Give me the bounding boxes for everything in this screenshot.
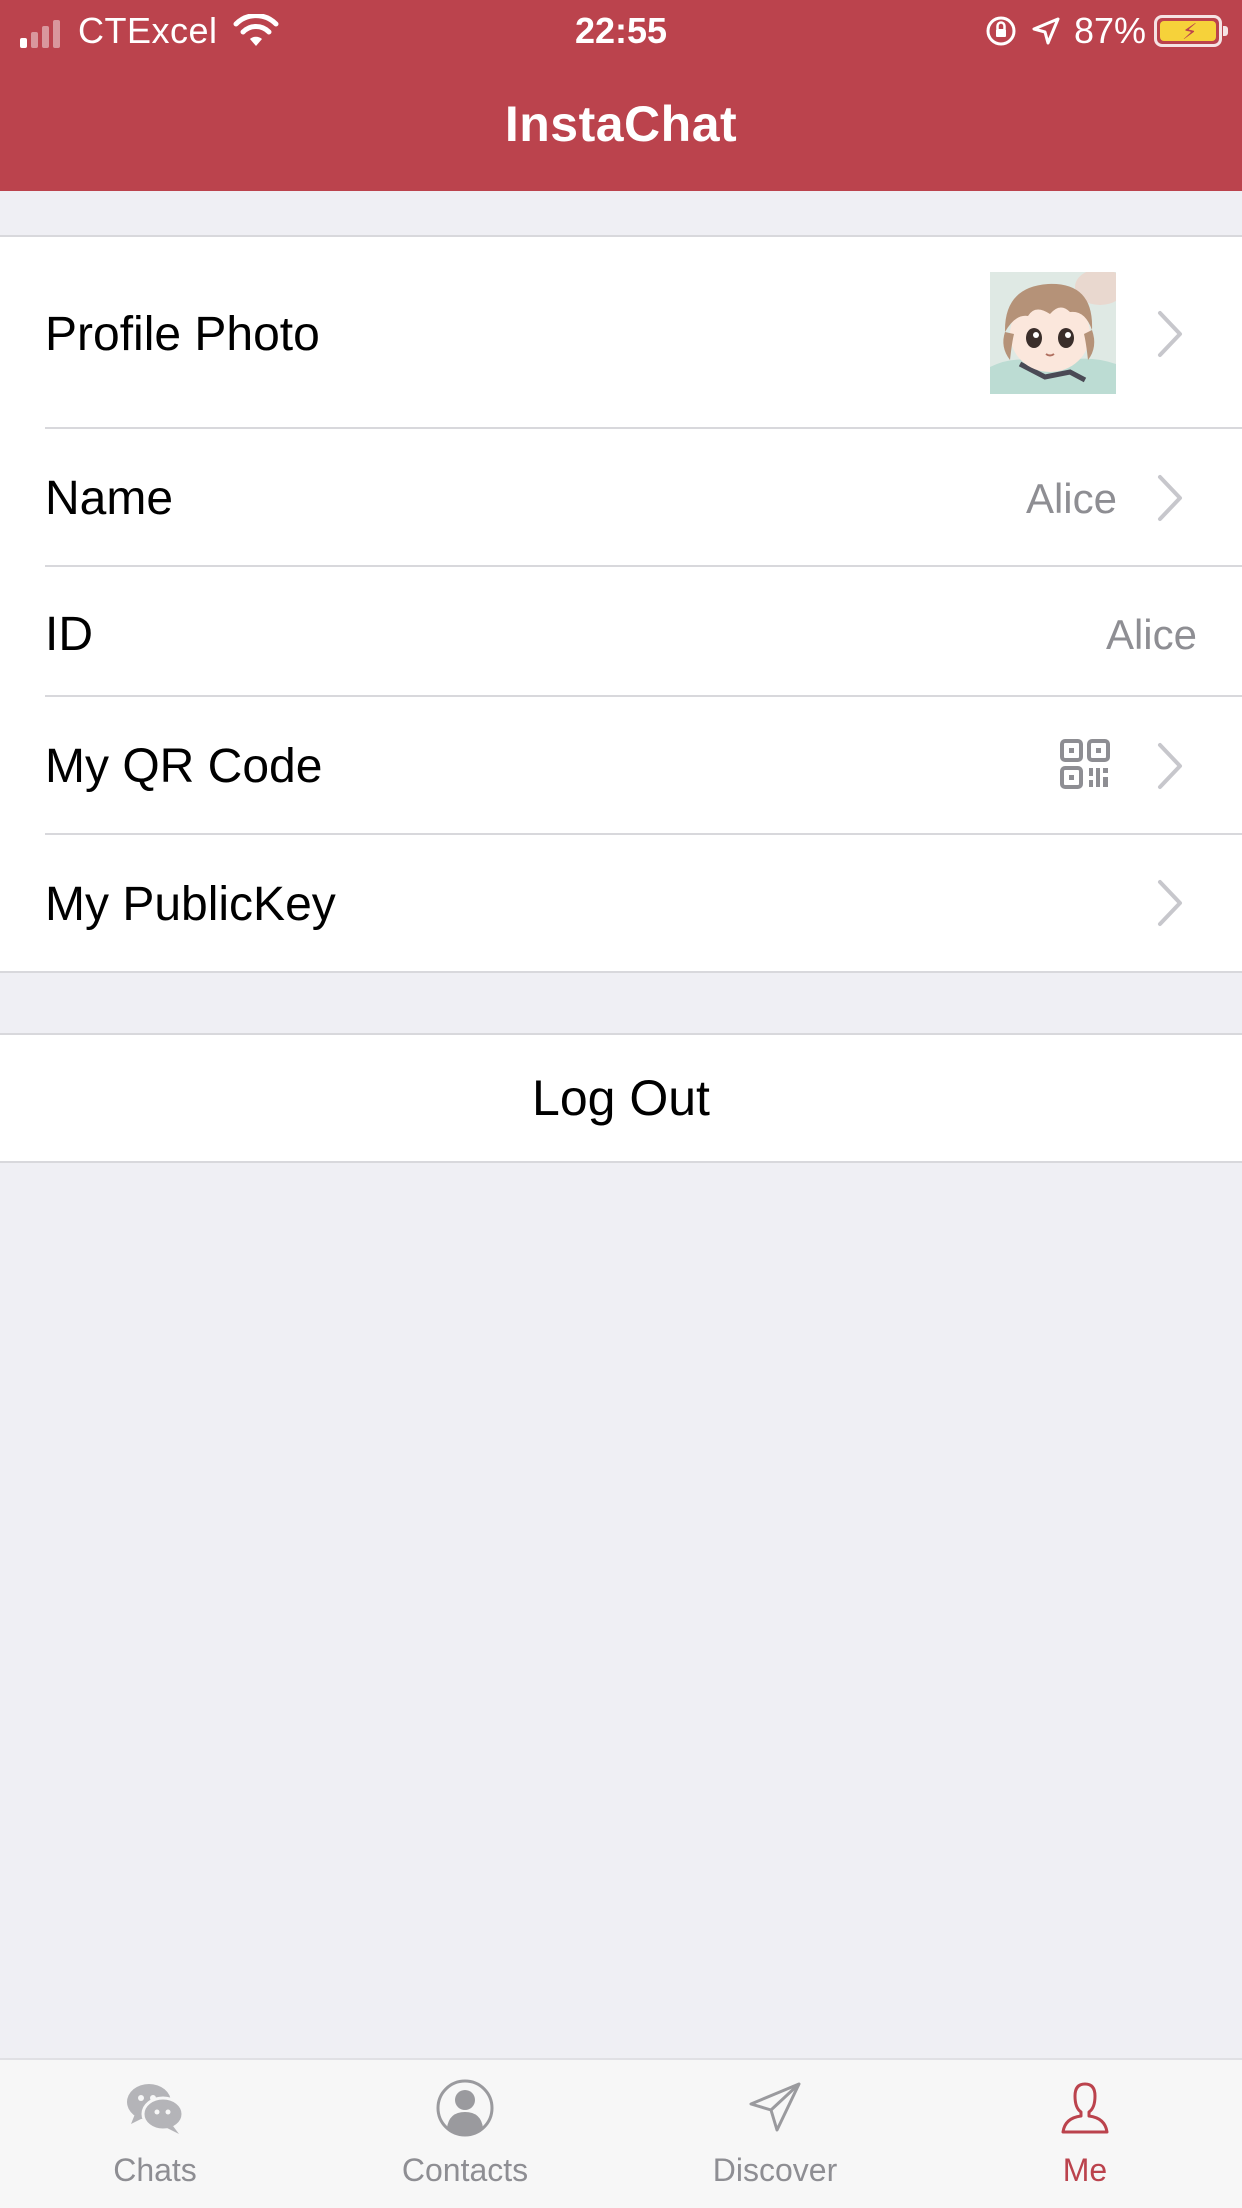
tab-label: Discover [712,2152,838,2188]
profile-settings-list: Profile Photo Name Alice ID Alice My QR … [0,235,1242,973]
id-label: ID [45,608,93,661]
status-bar: CTExcel 22:55 87% ⚡ [0,0,1242,64]
tab-contacts[interactable]: Contacts [310,2060,620,2208]
qr-code-row[interactable]: My QR Code [0,697,1242,835]
location-arrow-icon [1032,17,1060,45]
profile-photo-row[interactable]: Profile Photo [0,237,1242,429]
public-key-label: My PublicKey [45,878,336,931]
tab-label: Me [1062,2152,1108,2188]
battery-percent: 87% [1073,10,1146,51]
tab-label: Contacts [401,2152,529,2188]
chevron-right-icon [1158,880,1182,926]
qr-code-label: My QR Code [45,740,323,793]
logout-button[interactable]: Log Out [0,1033,1242,1163]
avatar [990,272,1116,394]
tab-me[interactable]: Me [930,2060,1240,2208]
chat-bubbles-icon [127,2084,185,2134]
navigation-header: CTExcel 22:55 87% ⚡ InstaChat [0,0,1242,191]
tab-bar: Chats Contacts Discover Me [0,2058,1242,2208]
tab-discover[interactable]: Discover [620,2060,930,2208]
qr-code-icon [1060,739,1110,789]
name-value: Alice [1025,475,1117,522]
battery-charging-icon: ⚡ [1154,15,1228,47]
contact-icon [436,2079,494,2137]
chevron-right-icon [1158,475,1182,521]
tab-chats[interactable]: Chats [0,2060,310,2208]
chevron-right-icon [1158,743,1182,789]
page-title: InstaChat [504,96,738,152]
chevron-right-icon [1158,311,1182,357]
profile-photo-label: Profile Photo [45,308,320,361]
tab-label: Chats [113,2152,197,2188]
orientation-lock-icon [986,16,1016,46]
name-row[interactable]: Name Alice [0,429,1242,567]
person-icon [1061,2082,1109,2134]
status-right: 87% ⚡ [984,10,1228,52]
public-key-row[interactable]: My PublicKey [0,835,1242,971]
id-value: Alice [1105,611,1197,658]
paper-plane-icon [749,2082,801,2132]
name-label: Name [45,472,174,525]
id-row: ID Alice [0,567,1242,697]
